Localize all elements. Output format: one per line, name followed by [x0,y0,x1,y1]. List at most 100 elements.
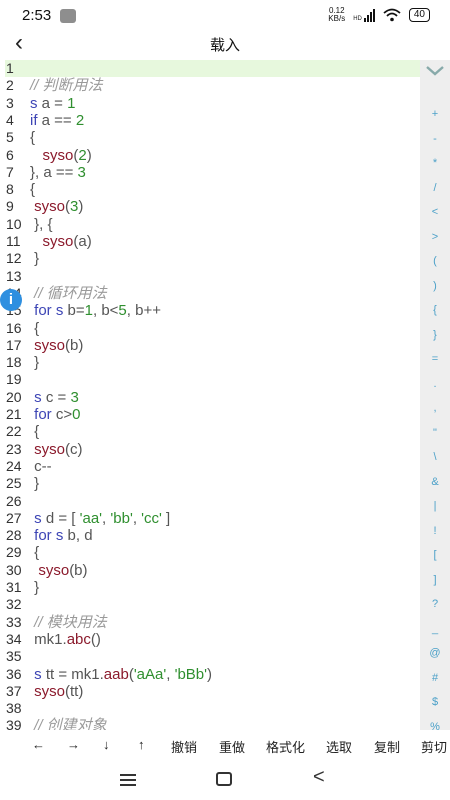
code-line[interactable]: 30 syso(b) [0,562,88,579]
code-line[interactable]: 19 [0,371,30,388]
code-line[interactable]: 2 // 判断用法 [0,77,103,94]
symbol-key[interactable]: < [420,206,450,218]
code-token: mk1. [30,630,67,648]
code-line[interactable]: 23 syso(c) [0,441,83,458]
code-line[interactable]: 12 } [0,250,39,267]
code-line[interactable]: 6 syso(2) [0,147,92,164]
symbol-key[interactable]: $ [420,696,450,708]
code-line[interactable]: 5{ [0,129,35,146]
code-token: ) [207,665,212,683]
code-line[interactable]: 37 syso(tt) [0,683,83,700]
undo-button[interactable]: 撤销 [171,737,197,756]
line-number: 9 [6,198,14,215]
symbol-key[interactable]: ? [420,598,450,610]
copy-button[interactable]: 复制 [374,737,400,756]
code-editor[interactable]: 1 2// 判断用法 3 s a = 1 4 if a == 2 5{6 syso(2) 7}… [0,60,420,730]
code-line[interactable]: 35 [0,648,30,665]
symbol-key[interactable]: \ [420,451,450,463]
symbol-key[interactable]: # [420,672,450,684]
code-line[interactable]: 33 // 模块用法 [0,614,107,631]
symbol-key[interactable]: } [420,329,450,341]
code-line[interactable]: 29 { [0,544,39,561]
code-line[interactable]: 8{ [0,181,35,198]
symbol-key[interactable]: = [420,353,450,365]
code-token: s [30,94,38,112]
code-line[interactable]: 13 [0,268,30,285]
cursor-down-button[interactable]: ↓ [103,737,110,752]
code-token: }, a == [30,163,78,181]
code-line[interactable]: 20 s c = 3 [0,389,79,406]
code-line[interactable]: 17 syso(b) [0,337,83,354]
symbol-key[interactable]: , [420,402,450,414]
code-line[interactable]: 34 mk1.abc() [0,631,101,648]
code-line[interactable]: 24 c-- [0,458,52,475]
code-line[interactable]: 25 } [0,475,39,492]
code-token: , b++ [126,302,161,320]
code-token: syso [34,336,66,354]
code-line[interactable]: 9 syso(3) [0,198,83,215]
symbol-key[interactable]: @ [420,647,450,659]
code-line[interactable]: 11 syso(a) [0,233,92,250]
symbol-key[interactable]: ) [420,280,450,292]
code-token: for s [34,527,64,545]
line-number: 5 [6,129,14,146]
symbol-key[interactable]: ( [420,255,450,267]
code-line[interactable]: 15 for s b=1, b<5, b++ [0,302,161,319]
code-line[interactable]: 32 [0,596,30,613]
code-line[interactable]: 10 }, { [0,216,53,233]
symbol-key[interactable]: { [420,304,450,316]
select-button[interactable]: 选取 [326,737,352,756]
code-line[interactable]: 21 for c>0 [0,406,80,423]
line-number: 39 [6,717,22,730]
code-line[interactable]: 36 s tt = mk1.aab('aAa', 'bBb') [0,666,212,683]
code-line[interactable]: 4 if a == 2 [0,112,84,129]
symbol-key[interactable]: + [420,108,450,120]
symbol-key[interactable]: * [420,157,450,169]
nav-back-icon[interactable]: < [313,766,325,789]
code-line[interactable]: 22 { [0,423,39,440]
code-line[interactable]: 28 for s b, d [0,527,93,544]
code-token: 1 [84,302,93,320]
line-number: 3 [6,94,14,111]
network-speed: 0.12 KB/s [328,6,346,23]
code-token: ) [78,198,84,216]
cut-button[interactable]: 剪切 [421,737,447,756]
home-icon[interactable] [216,772,232,786]
code-token: { [30,181,36,199]
cursor-up-button[interactable]: ↑ [138,737,145,752]
status-indicators: 0.12 KB/s HD 40 [328,7,430,23]
symbol-key[interactable]: [ [420,549,450,561]
code-line[interactable]: 38 [0,700,30,717]
format-button[interactable]: 格式化 [266,737,305,756]
redo-button[interactable]: 重做 [219,737,245,756]
symbol-key[interactable]: | [420,500,450,512]
symbol-key[interactable]: _ [420,623,450,635]
code-line[interactable]: 26 [0,493,30,510]
cursor-left-button[interactable]: ← [32,737,45,752]
code-line[interactable]: 7}, a == 3 [0,164,86,181]
symbol-key[interactable]: ] [420,574,450,586]
info-icon[interactable]: i [0,289,22,311]
code-line[interactable]: 27 s d = [ 'aa', 'bb', 'cc' ] [0,510,170,527]
code-line[interactable]: 39 // 创建对象 [0,717,107,730]
code-line[interactable]: 16 { [0,320,39,337]
symbol-key[interactable]: ! [420,525,450,537]
cursor-right-button[interactable]: → [67,737,80,752]
symbol-key[interactable]: . [420,378,450,390]
code-line[interactable]: 31 } [0,579,39,596]
symbol-key[interactable]: " [420,427,450,439]
code-line[interactable]: 1 [0,60,30,77]
symbol-key[interactable]: & [420,476,450,488]
chevron-down-icon[interactable] [424,64,446,78]
symbol-key[interactable]: - [420,133,450,145]
symbol-key[interactable]: % [420,721,450,733]
line-number: 34 [6,630,22,647]
code-line[interactable]: 18 } [0,354,39,371]
code-token: 1 [67,94,76,112]
symbol-key[interactable]: / [420,182,450,194]
symbol-key[interactable]: > [420,231,450,243]
code-token: 'bb' [110,509,133,527]
menu-icon[interactable] [120,774,136,786]
code-line[interactable]: 3s a = 1 [0,95,75,112]
